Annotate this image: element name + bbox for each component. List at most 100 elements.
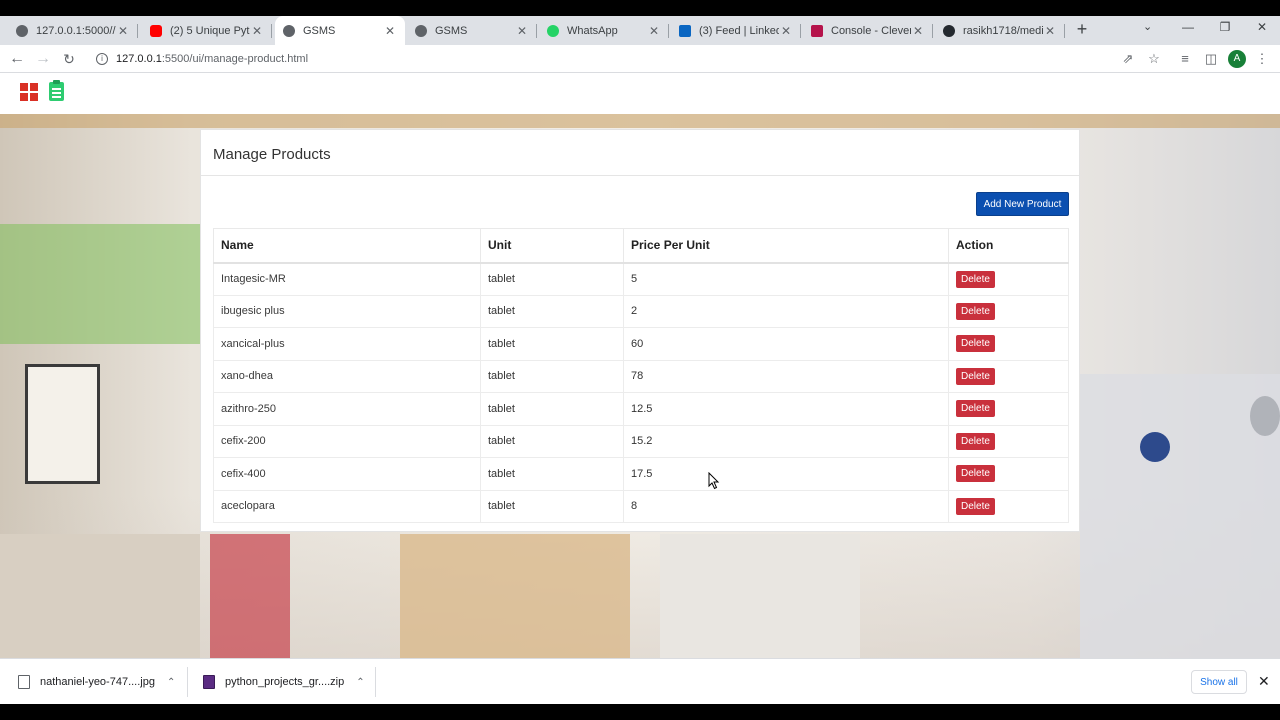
product-price-cell: 5 [623,262,949,296]
browser-tab[interactable]: rasikh1718/medica✕ [935,16,1065,45]
product-action-cell: Delete [948,392,1069,426]
github-icon [943,24,955,37]
forward-icon[interactable]: → [32,48,54,70]
table-row: cefix-400 tablet 17.5 Delete [213,457,1069,491]
browser-tab[interactable]: GSMS ✕ [275,16,405,45]
delete-button[interactable]: Delete [956,400,995,418]
product-name-cell: cefix-200 [213,424,481,458]
delete-button[interactable]: Delete [956,270,995,288]
close-tab-icon[interactable]: ✕ [250,24,264,38]
bookmark-star-icon[interactable]: ☆ [1144,49,1164,69]
tab-title: (3) Feed | LinkedIn [699,24,779,37]
share-icon[interactable]: ⇗ [1118,49,1138,69]
globe-icon [415,24,427,37]
reload-icon[interactable]: ↻ [58,48,80,70]
product-name-cell: Intagesic-MR [213,262,481,296]
product-unit-cell: tablet [480,424,624,458]
delete-button[interactable]: Delete [956,497,995,515]
tab-title: GSMS [435,24,468,37]
delete-button[interactable]: Delete [956,335,995,353]
download-bar: nathaniel-yeo-747....jpg ⌃ python_projec… [0,658,1280,704]
restore-icon[interactable]: ❐ [1215,20,1235,34]
delete-button[interactable]: Delete [956,367,995,385]
delete-button[interactable]: Delete [956,432,995,450]
show-all-downloads-button[interactable]: Show all [1191,670,1247,694]
url-path: :5500/ui/manage-product.html [161,53,309,65]
tab-title: Console - Clever C [831,24,911,37]
product-price-cell: 2 [623,294,949,328]
product-price-cell: 78 [623,359,949,393]
chevron-up-icon[interactable]: ⌃ [167,677,175,688]
add-new-product-button[interactable]: Add New Product [976,192,1069,216]
product-name-cell: cefix-400 [213,457,481,491]
close-tab-icon[interactable]: ✕ [779,24,793,38]
product-action-cell: Delete [948,359,1069,393]
close-tab-icon[interactable]: ✕ [383,24,397,38]
download-filename: python_projects_gr....zip [225,676,345,688]
browser-tab[interactable]: Console - Clever C✕ [803,16,933,45]
download-item[interactable]: python_projects_gr....zip ⌃ [203,659,376,705]
tab-title: 127.0.0.1:5000//get [36,24,116,37]
table-header-row: Name Unit Price Per Unit Action [213,228,1069,264]
close-download-bar-icon[interactable]: ✕ [1258,673,1270,690]
product-name-cell: azithro-250 [213,392,481,426]
card-header: Manage Products [201,130,1079,176]
browser-tab[interactable]: (2) 5 Unique Pytho✕ [142,16,272,45]
table-row: Intagesic-MR tablet 5 Delete [213,262,1069,296]
profile-avatar[interactable]: A [1228,50,1246,68]
table-row: xano-dhea tablet 78 Delete [213,359,1069,393]
product-unit-cell: tablet [480,489,624,523]
browser-tab[interactable]: (3) Feed | LinkedIn✕ [671,16,801,45]
close-tab-icon[interactable]: ✕ [647,24,661,38]
chevron-up-icon[interactable]: ⌃ [356,677,364,688]
dashboard-grid-icon[interactable] [20,83,38,101]
tab-title: GSMS [303,24,336,37]
table-row: cefix-200 tablet 15.2 Delete [213,424,1069,458]
column-header-action: Action [948,228,1069,264]
youtube-icon [150,24,162,37]
product-price-cell: 12.5 [623,392,949,426]
close-tab-icon[interactable]: ✕ [1043,24,1057,38]
close-tab-icon[interactable]: ✕ [116,24,130,38]
new-tab-button[interactable]: + [1073,20,1091,38]
side-panel-icon[interactable]: ◫ [1201,49,1221,69]
close-window-icon[interactable]: ✕ [1252,20,1272,34]
product-name-cell: xancical-plus [213,327,481,361]
whatsapp-icon [547,24,559,37]
tab-title: rasikh1718/medica [963,24,1043,37]
address-bar[interactable]: i 127.0.0.1:5500/ui/manage-product.html [88,47,1168,71]
delete-button[interactable]: Delete [956,465,995,483]
media-control-icon[interactable]: ≡ [1175,49,1195,69]
image-file-icon [18,675,30,689]
close-tab-icon[interactable]: ✕ [911,24,925,38]
column-header-name: Name [213,228,481,264]
download-item[interactable]: nathaniel-yeo-747....jpg ⌃ [18,659,188,705]
site-info-icon[interactable]: i [96,53,108,65]
column-header-unit: Unit [480,228,624,264]
manage-products-card: Manage Products Add New Product Name Uni… [200,129,1080,532]
clevercloud-icon [811,24,823,37]
product-name-cell: xano-dhea [213,359,481,393]
screen-bottom-edge [0,704,1280,720]
linkedin-icon [679,24,691,37]
browser-tab[interactable]: WhatsApp ✕ [539,16,669,45]
app-header [0,73,1280,114]
product-price-cell: 8 [623,489,949,523]
browser-tab[interactable]: GSMS ✕ [407,16,537,45]
delete-button[interactable]: Delete [956,302,995,320]
table-row: aceclopara tablet 8 Delete [213,489,1069,523]
browser-tab[interactable]: 127.0.0.1:5000//get✕ [8,16,138,45]
menu-kebab-icon[interactable]: ⋮ [1252,49,1272,69]
products-table: Name Unit Price Per Unit Action Intagesi… [213,228,1069,523]
product-unit-cell: tablet [480,457,624,491]
close-tab-icon[interactable]: ✕ [515,24,529,38]
minimize-icon[interactable]: — [1178,20,1198,34]
product-action-cell: Delete [948,262,1069,296]
back-icon[interactable]: ← [6,48,28,70]
product-name-cell: aceclopara [213,489,481,523]
product-unit-cell: tablet [480,294,624,328]
clipboard-icon[interactable] [49,80,64,101]
tab-search-icon[interactable]: ⌄ [1143,20,1152,33]
zip-file-icon [203,675,215,689]
page-title: Manage Products [213,146,331,163]
